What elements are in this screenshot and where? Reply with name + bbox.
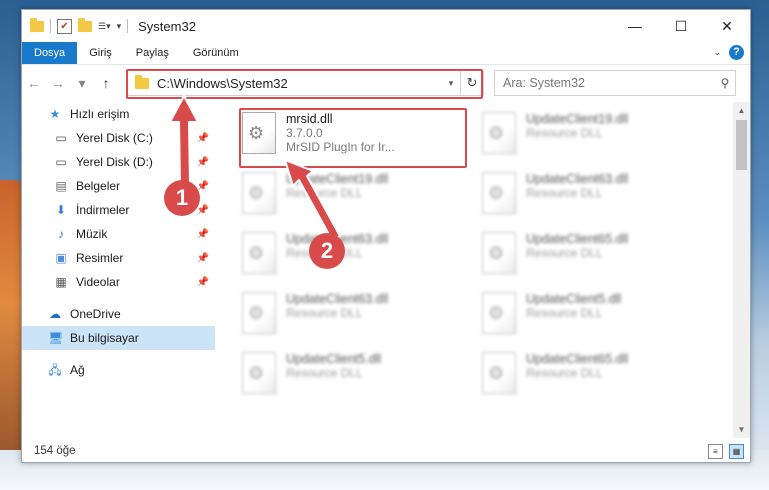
annotation-arrows	[169, 95, 341, 241]
step-one-badge: 1	[164, 180, 200, 216]
step-two-badge: 2	[309, 233, 345, 269]
arrow-one-icon	[169, 95, 199, 185]
arrow-two-icon	[284, 159, 341, 241]
